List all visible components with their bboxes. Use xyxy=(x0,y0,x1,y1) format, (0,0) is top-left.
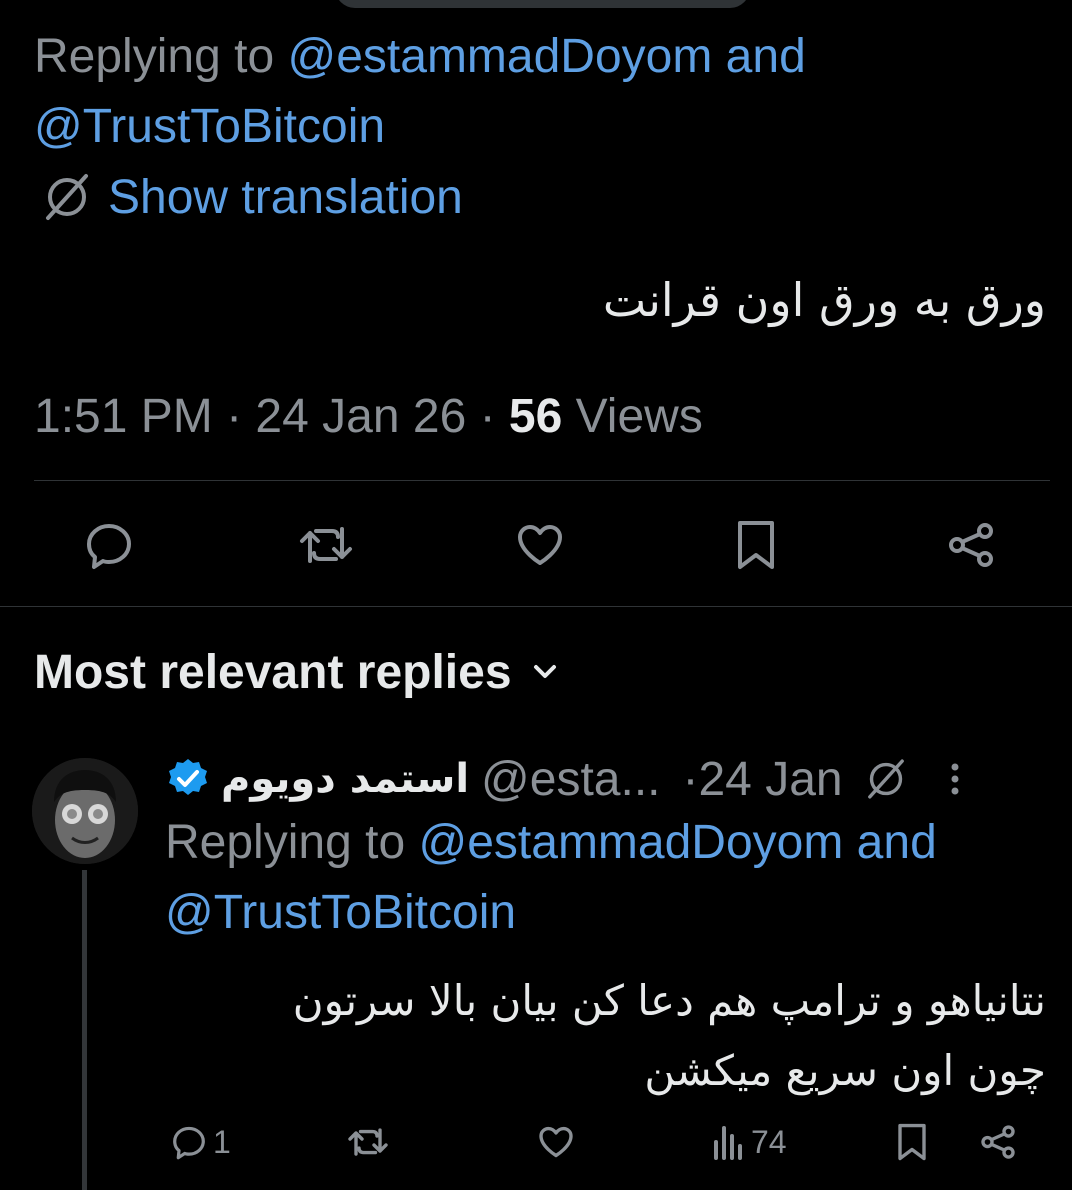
handle[interactable]: @esta... xyxy=(481,752,660,807)
reply-count: 1 xyxy=(213,1123,231,1160)
share-icon xyxy=(977,1121,1019,1163)
tweet-date[interactable]: 24 Jan 26 xyxy=(255,390,466,443)
bookmark-button[interactable] xyxy=(701,510,811,580)
share-icon xyxy=(943,517,999,573)
tweet-action-bar xyxy=(54,510,1054,580)
meta-separator: · xyxy=(212,390,256,443)
verified-badge-icon xyxy=(165,756,211,802)
replying-to-line: Replying to @estammadDoyom and @TrustToB… xyxy=(165,808,1065,948)
avatar[interactable] xyxy=(32,758,138,864)
views-count[interactable]: 56 xyxy=(509,390,562,443)
reply-text-line: چون اون سریع میکشن xyxy=(644,1046,1046,1095)
meta-separator: · xyxy=(682,752,699,806)
divider xyxy=(34,480,1050,481)
top-handle-bar xyxy=(335,0,750,8)
like-button[interactable] xyxy=(485,510,595,580)
tweet-meta: 1:51 PM · 24 Jan 26 · 56 Views xyxy=(34,386,703,448)
more-icon[interactable] xyxy=(949,761,961,797)
views-label[interactable]: Views xyxy=(562,390,703,443)
bookmark-icon xyxy=(728,517,784,573)
bookmark-icon xyxy=(891,1120,933,1164)
retweet-icon xyxy=(296,517,356,573)
reply-button[interactable] xyxy=(54,510,164,580)
reply-icon xyxy=(169,1122,209,1162)
share-button[interactable] xyxy=(977,1112,1019,1172)
views-icon xyxy=(711,1122,747,1162)
like-button[interactable] xyxy=(535,1112,577,1172)
mention-link-2[interactable]: @TrustToBitcoin xyxy=(34,100,385,153)
retweet-button[interactable] xyxy=(345,1112,391,1172)
mention-link-1[interactable]: @estammadDoyom xyxy=(287,30,712,83)
and-text: and xyxy=(712,30,806,83)
reply-sort-selector[interactable]: Most relevant replies xyxy=(34,640,560,704)
retweet-icon xyxy=(345,1121,391,1163)
meta-separator: · xyxy=(466,390,509,443)
reply-icon xyxy=(81,517,137,573)
retweet-button[interactable] xyxy=(271,510,381,580)
mention-link-1[interactable]: @estammadDoyom xyxy=(418,816,843,869)
reply-text: نتانیاهو و ترامپ هم دعا کن بیان بالا سرت… xyxy=(166,966,1046,1106)
views-button[interactable]: 74 xyxy=(711,1112,787,1172)
replying-to-line: Replying to @estammadDoyom and @TrustToB… xyxy=(34,22,1034,162)
reply-button[interactable]: 1 xyxy=(169,1112,231,1172)
reply-date[interactable]: 24 Jan xyxy=(698,752,842,807)
show-translation-label: Show translation xyxy=(108,170,463,224)
share-button[interactable] xyxy=(916,510,1026,580)
like-icon xyxy=(512,517,568,573)
like-icon xyxy=(535,1121,577,1163)
divider xyxy=(0,606,1072,607)
chevron-down-icon xyxy=(530,657,560,687)
replying-prefix: Replying to xyxy=(165,816,419,869)
reply-header: استمد دویوم @esta... · 24 Jan xyxy=(165,748,1055,810)
reply-text-line: نتانیاهو و ترامپ هم دعا کن بیان بالا سرت… xyxy=(292,976,1046,1025)
thread-line xyxy=(82,870,87,1190)
reply-action-bar: 1 74 xyxy=(165,1112,1045,1172)
replying-prefix: Replying to xyxy=(34,30,288,83)
tweet-text: ورق به ورق اون قرانت xyxy=(602,273,1046,327)
translate-icon xyxy=(863,756,909,802)
and-text: and xyxy=(843,816,937,869)
tweet-time[interactable]: 1:51 PM xyxy=(34,390,213,443)
show-translation-button[interactable]: Show translation xyxy=(40,168,463,226)
display-name[interactable]: استمد دویوم xyxy=(221,756,469,802)
translate-icon xyxy=(40,170,94,224)
bookmark-button[interactable] xyxy=(891,1112,933,1172)
mention-link-2[interactable]: @TrustToBitcoin xyxy=(165,886,516,939)
reply-sort-label: Most relevant replies xyxy=(34,645,512,699)
views-count: 74 xyxy=(751,1123,787,1160)
